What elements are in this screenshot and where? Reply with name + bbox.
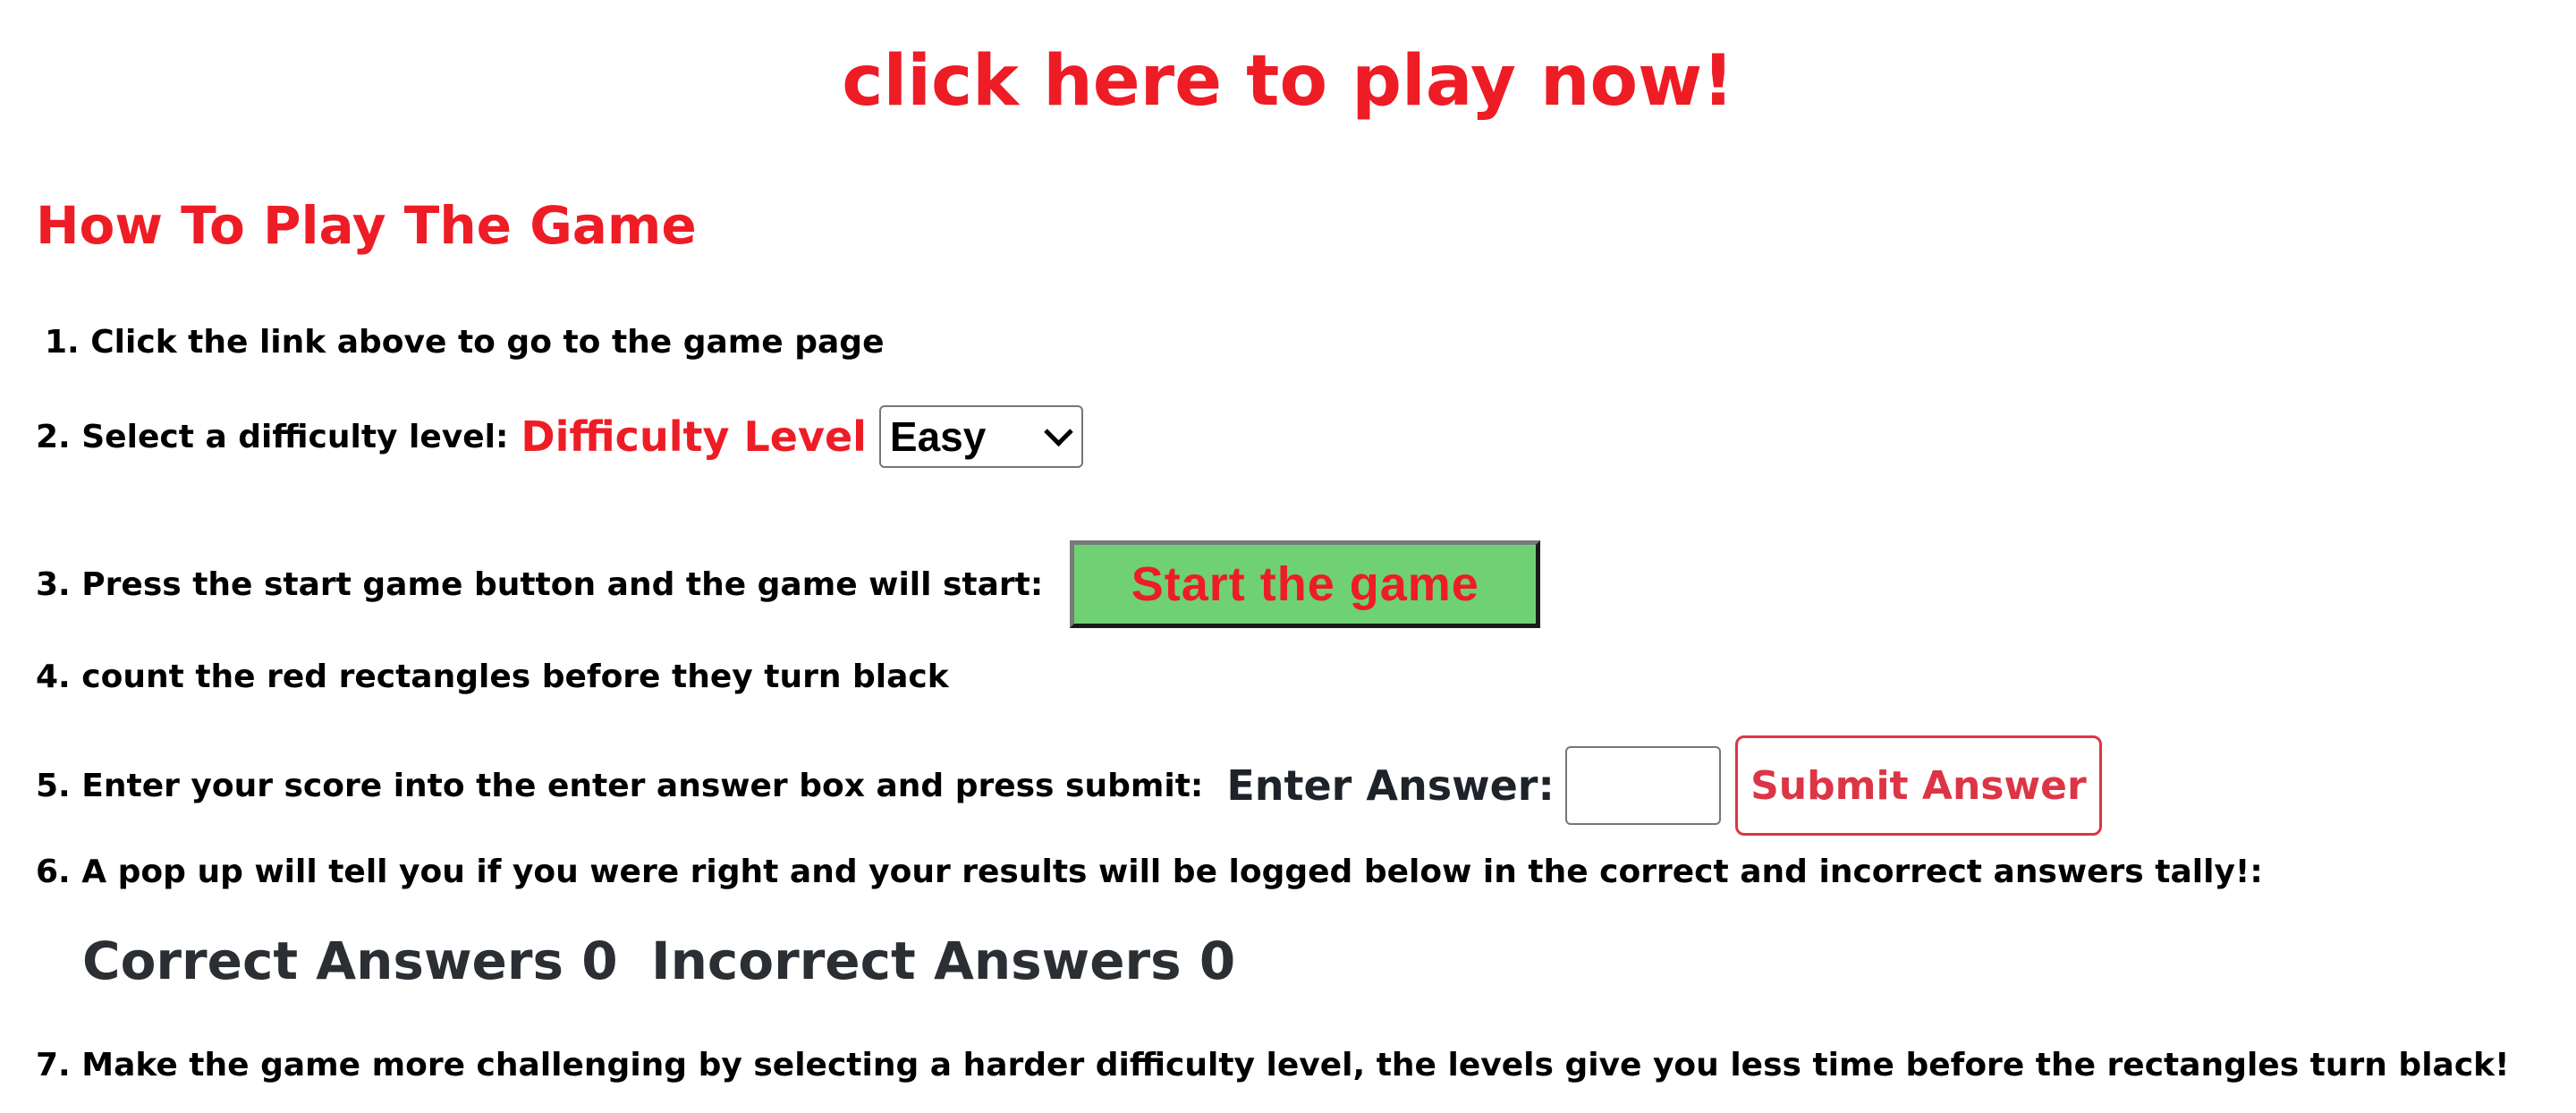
- answer-input[interactable]: [1564, 746, 1721, 825]
- difficulty-select[interactable]: Easy: [878, 405, 1083, 468]
- chevron-down-icon: [1044, 417, 1073, 446]
- step-4-text: 4. count the red rectangles before they …: [36, 658, 949, 695]
- correct-answers-tally: Correct Answers 0: [82, 930, 618, 991]
- enter-answer-label: Enter Answer:: [1226, 761, 1555, 810]
- step-1-text: 1. Click the link above to go to the gam…: [45, 324, 885, 361]
- step-6-text: 6. A pop up will tell you if you were ri…: [36, 854, 2263, 890]
- step-6: 6. A pop up will tell you if you were ri…: [36, 854, 2263, 890]
- play-now-link[interactable]: click here to play now!: [0, 32, 2576, 131]
- difficulty-level-label: Difficulty Level: [521, 412, 867, 461]
- step-1: 1. Click the link above to go to the gam…: [45, 324, 885, 361]
- step-2-text: 2. Select a difficulty level:: [36, 418, 509, 455]
- start-game-button[interactable]: Start the game: [1070, 540, 1541, 628]
- step-3-text: 3. Press the start game button and the g…: [36, 565, 1044, 603]
- step-7-text: 7. Make the game more challenging by sel…: [36, 1047, 2510, 1083]
- submit-answer-button[interactable]: Submit Answer: [1734, 735, 2102, 836]
- step-2: 2. Select a difficulty level: Difficulty…: [36, 404, 1083, 469]
- step-7: 7. Make the game more challenging by sel…: [36, 1047, 2510, 1083]
- how-to-play-heading: How To Play The Game: [36, 195, 697, 256]
- step-5: 5. Enter your score into the enter answe…: [36, 735, 2102, 836]
- step-5-text: 5. Enter your score into the enter answe…: [36, 767, 1204, 804]
- step-3: 3. Press the start game button and the g…: [36, 540, 1541, 628]
- incorrect-answers-tally: Incorrect Answers 0: [651, 930, 1236, 991]
- step-4: 4. count the red rectangles before they …: [36, 658, 949, 695]
- page: click here to play now! How To Play The …: [0, 0, 2576, 1113]
- difficulty-selected-value: Easy: [889, 413, 987, 460]
